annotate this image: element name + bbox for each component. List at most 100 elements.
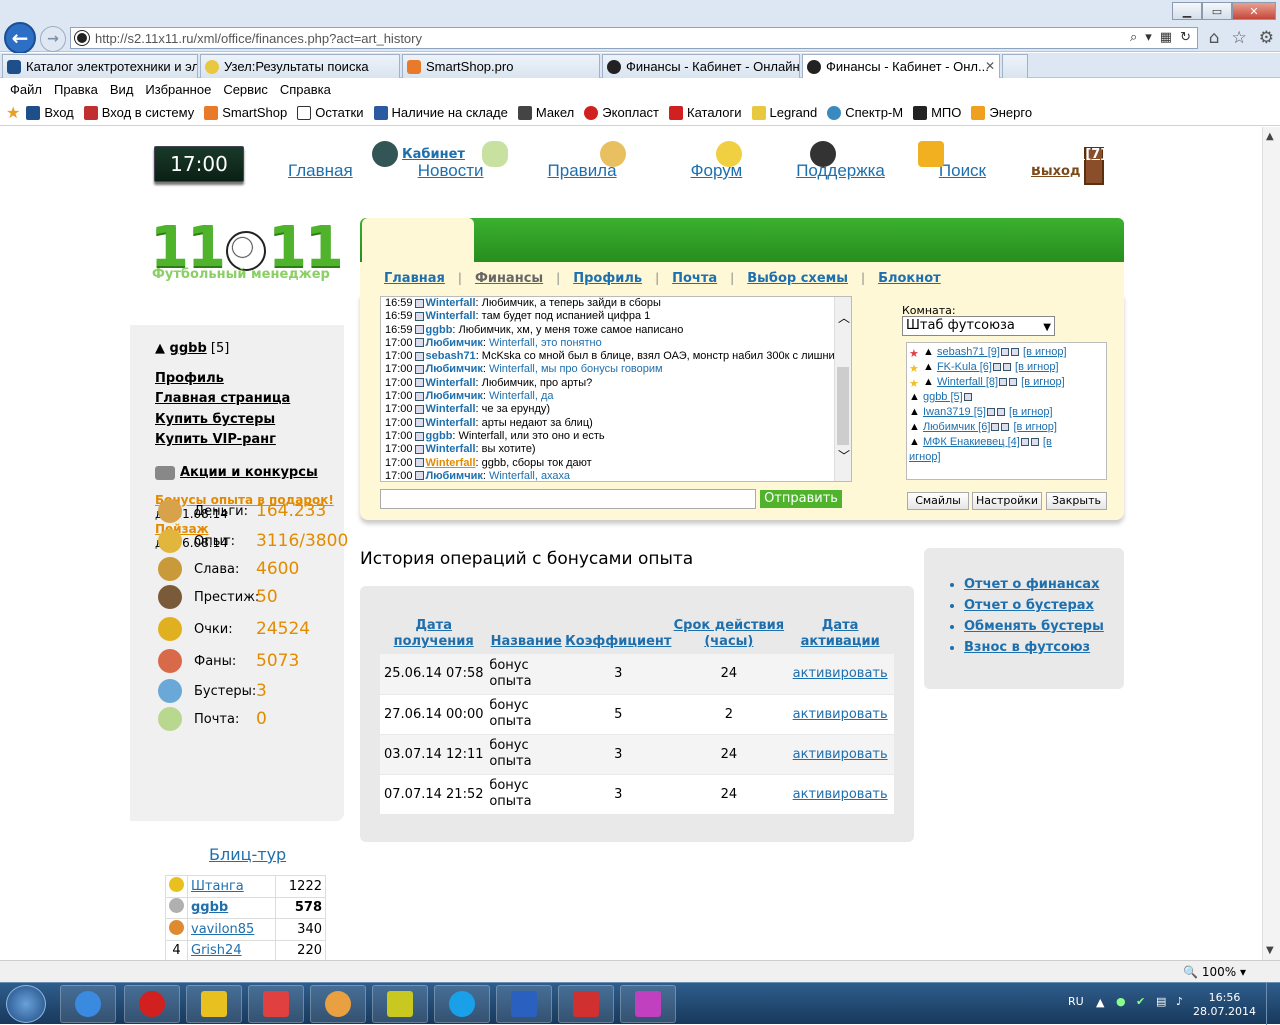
tray-arrow-icon[interactable]: ▲ [1096,996,1104,1009]
fav-energo[interactable]: Энерго [971,105,1032,120]
chat-author[interactable]: Winterfall [426,310,476,322]
chat-author[interactable]: ggbb [426,324,453,336]
private-icon[interactable] [996,408,1005,417]
fav-makel[interactable]: Макел [517,105,574,120]
submenu-main[interactable]: Главная [384,271,445,286]
submenu-profile[interactable]: Профиль [573,271,642,286]
scroll-down-icon[interactable]: ▼ [1266,945,1274,956]
menu-edit[interactable]: Правка [54,82,98,97]
col-coefficient[interactable]: Коэффициент [565,616,671,654]
gmenu-team[interactable]: Команда [482,141,579,167]
user-link[interactable]: Winterfall [8] [937,376,998,388]
taskbar-app10[interactable] [620,985,676,1023]
taskbar-opera[interactable] [124,985,180,1023]
gmenu-paid[interactable]: Платное [810,141,903,167]
chat-author[interactable]: Любимчик [426,337,483,349]
fav-availability[interactable]: Наличие на складе [373,105,508,120]
profile-link[interactable]: Профиль [155,371,224,386]
fav-login[interactable]: Вход [26,105,74,120]
page-scrollbar[interactable]: ▲ ▼ [1262,127,1280,960]
activate-link[interactable]: активировать [793,787,888,802]
info-icon[interactable] [1000,348,1009,357]
activate-link[interactable]: активировать [793,707,888,722]
col-duration[interactable]: Срок действия (часы) [671,616,786,654]
info-icon[interactable] [414,418,424,428]
info-icon[interactable] [991,423,1000,432]
compat-view-icon[interactable]: ▦ [1160,30,1172,45]
close-chat-button[interactable]: Закрыть [1046,492,1107,510]
col-activation[interactable]: Дата активации [786,616,894,654]
gmenu-players[interactable]: Игроки [600,141,684,167]
home-icon[interactable]: ⌂ [1209,28,1220,48]
info-icon[interactable] [414,298,424,308]
back-button[interactable]: ← [4,22,36,54]
info-icon[interactable] [414,378,424,388]
private-icon[interactable] [1001,423,1010,432]
promos-link[interactable]: Акции и конкурсы [180,465,318,480]
forward-button[interactable]: → [40,26,66,52]
info-icon[interactable] [414,444,424,454]
address-bar[interactable]: http://s2.11x11.ru/xml/office/finances.p… [70,27,1198,49]
send-button[interactable]: Отправить [760,490,842,508]
search-icon[interactable]: ⌕ [1130,30,1137,45]
blitz-team-link[interactable]: Штанга [191,879,244,894]
scroll-up-icon[interactable]: ︿ [838,309,850,326]
ignore-link[interactable]: игнор] [909,451,941,463]
gmenu-chat[interactable]: Чат [7] [1020,141,1106,167]
chat-author[interactable]: sebash71 [426,350,476,362]
show-desktop-button[interactable] [1266,983,1280,1025]
gmenu-misc[interactable]: Разное [918,141,1001,167]
info-icon[interactable] [414,325,424,335]
submenu-finances[interactable]: Финансы [475,271,543,286]
start-button[interactable] [6,985,46,1023]
info-icon[interactable] [414,471,424,481]
user-link[interactable]: Iwan3719 [5] [923,406,986,418]
user-link[interactable]: Любимчик [6] [923,421,990,433]
blitz-team-link[interactable]: ggbb [191,900,228,915]
fav-smartshop[interactable]: SmartShop [204,105,287,120]
blitz-title[interactable]: Блиц-тур [209,845,286,864]
menu-favorites[interactable]: Избранное [145,82,211,97]
private-icon[interactable] [1009,378,1018,387]
fav-ekoplast[interactable]: Экопласт [584,105,659,120]
tab-search-results[interactable]: Узел:Результаты поиска [200,54,400,78]
user-link[interactable]: FK-Kula [6] [937,361,992,373]
scroll-up-icon[interactable]: ▲ [1266,131,1274,142]
chat-author[interactable]: Winterfall [426,297,476,309]
private-icon[interactable] [1002,363,1011,372]
fav-stock[interactable]: Остатки [297,105,364,120]
private-icon[interactable] [1010,348,1019,357]
taskbar-skype[interactable] [434,985,490,1023]
submenu-mail[interactable]: Почта [672,271,717,286]
info-icon[interactable] [414,431,424,441]
gmenu-cabinet[interactable]: Кабинет [372,141,465,167]
user-link[interactable]: МФК Енакиевец [4] [923,436,1020,448]
ignore-link[interactable]: [в игнор] [1021,376,1064,388]
user-link[interactable]: sebash71 [9] [937,346,1000,358]
taskbar-paint[interactable] [310,985,366,1023]
tab-finances-2[interactable]: Финансы - Кабинет - Онл... ✕ [802,54,1000,78]
close-window-button[interactable]: ✕ [1232,2,1276,20]
taskbar-app6[interactable] [372,985,428,1023]
tray-check-icon[interactable]: ✔ [1136,995,1145,1008]
chat-log[interactable]: 16:59 Winterfall: Любимчик, а теперь зайд… [380,296,852,482]
volume-icon[interactable]: ♪ [1176,995,1183,1008]
chat-author[interactable]: Winterfall [426,417,476,429]
favorites-star-icon[interactable]: ★ [6,103,20,123]
taskbar-thebat[interactable] [186,985,242,1023]
submenu-notepad[interactable]: Блокнот [878,271,941,286]
info-icon[interactable] [414,338,424,348]
minimize-button[interactable]: ▁ [1172,2,1202,20]
buy-vip-link[interactable]: Купить VIP-ранг [155,432,276,447]
taskbar-network[interactable] [496,985,552,1023]
smileys-button[interactable]: Смайлы [907,492,969,510]
tab-finances-1[interactable]: Финансы - Кабинет - Онлайн... [602,54,800,78]
network-icon[interactable]: ▤ [1156,995,1166,1008]
chat-author[interactable]: Winterfall [426,377,476,389]
language-indicator[interactable]: RU [1068,995,1084,1008]
new-tab-button[interactable] [1002,54,1028,78]
tab-smartshop[interactable]: SmartShop.pro [402,54,600,78]
dropdown-icon[interactable]: ▾ [1145,30,1152,45]
col-date-received[interactable]: Дата получения [380,616,487,654]
info-icon[interactable] [414,365,424,375]
